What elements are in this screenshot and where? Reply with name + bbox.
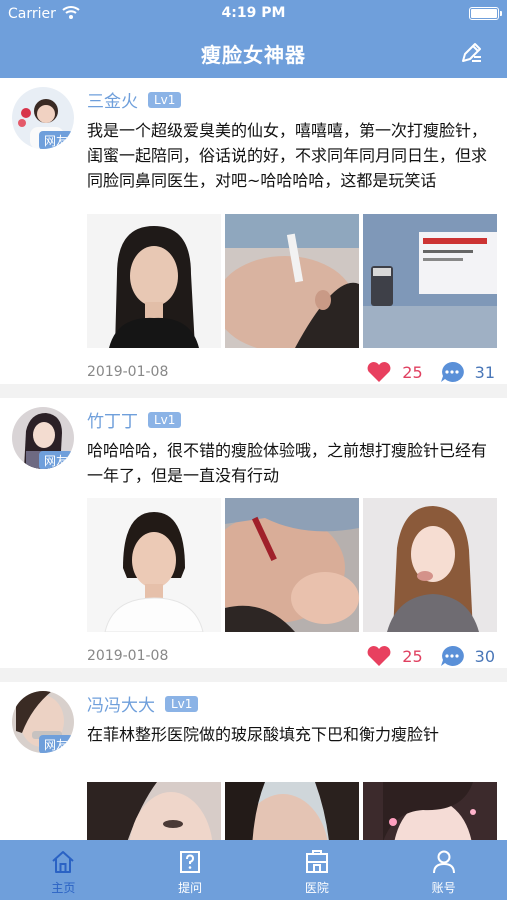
photo-grid — [87, 214, 497, 348]
comment-button[interactable]: 30 — [439, 644, 495, 668]
level-badge: Lv1 — [148, 411, 182, 428]
username[interactable]: 三金火 — [87, 87, 138, 112]
edit-icon[interactable] — [457, 39, 485, 67]
post-card[interactable]: 网友 竹丁丁 Lv1 哈哈哈哈，很不错的瘦脸体验哦，之前想打瘦脸针已经有一年了，… — [0, 398, 507, 668]
user-row: 竹丁丁 Lv1 — [87, 407, 182, 432]
comment-count: 31 — [474, 362, 495, 382]
hospital-icon — [305, 850, 328, 873]
level-badge: Lv1 — [165, 695, 199, 712]
avatar[interactable]: 网友 — [12, 407, 74, 469]
post-date: 2019-01-08 — [87, 648, 169, 664]
tab-label: 提问 — [178, 881, 203, 895]
username[interactable]: 竹丁丁 — [87, 407, 138, 432]
user-row: 三金火 Lv1 — [87, 87, 182, 112]
post-photo[interactable] — [363, 782, 497, 840]
post-meta: 2019-01-08 25 30 — [87, 644, 495, 668]
post-photo[interactable] — [87, 214, 221, 348]
comment-button[interactable]: 31 — [439, 360, 495, 384]
question-icon — [180, 851, 201, 873]
avatar[interactable]: 网友 — [12, 87, 74, 149]
user-badge: 网友 — [39, 735, 74, 753]
status-bar: Carrier 4:19 PM — [0, 0, 507, 28]
post-photo[interactable] — [87, 498, 221, 632]
navigation-bar: 瘦脸女神器 — [0, 28, 507, 78]
level-badge: Lv1 — [148, 91, 182, 108]
home-icon — [52, 851, 75, 873]
photo-grid — [87, 498, 497, 632]
tab-question[interactable]: 提问 — [127, 840, 254, 900]
tab-label: 主页 — [51, 881, 76, 895]
post-photo[interactable] — [363, 214, 497, 348]
post-content: 我是一个超级爱臭美的仙女，嘻嘻嘻，第一次打瘦脸针，闺蜜一起陪同，俗话说的好，不求… — [87, 121, 488, 190]
post-photo[interactable] — [363, 498, 497, 632]
post-feed[interactable]: 网友 三金火 Lv1 我是一个超级爱臭美的仙女，嘻嘻嘻，第一次打瘦脸针，闺蜜一起… — [0, 78, 507, 840]
like-button[interactable]: 25 — [366, 645, 423, 667]
account-icon — [432, 850, 455, 874]
post-card[interactable]: 网友 三金火 Lv1 我是一个超级爱臭美的仙女，嘻嘻嘻，第一次打瘦脸针，闺蜜一起… — [0, 78, 507, 384]
post-content: 哈哈哈哈，很不错的瘦脸体验哦，之前想打瘦脸针已经有一年了，但是一直没有行动 — [87, 441, 488, 485]
tab-hospital[interactable]: 医院 — [254, 840, 381, 900]
tab-label: 账号 — [431, 881, 456, 895]
tab-label: 医院 — [304, 881, 329, 895]
status-time: 4:19 PM — [221, 5, 286, 21]
top-bar: Carrier 4:19 PM 瘦脸女神器 — [0, 0, 507, 78]
post-photo[interactable] — [225, 214, 359, 348]
user-badge: 网友 — [39, 131, 74, 149]
like-count: 25 — [402, 646, 423, 666]
username[interactable]: 冯冯大大 — [87, 691, 155, 716]
user-row: 冯冯大大 Lv1 — [87, 691, 199, 716]
post-card[interactable]: 网友 冯冯大大 Lv1 在菲林整形医院做的玻尿酸填充下巴和衡力瘦脸针 — [0, 682, 507, 840]
heart-icon — [367, 362, 391, 382]
user-badge: 网友 — [39, 451, 74, 469]
battery-icon — [469, 7, 502, 20]
comment-icon — [440, 361, 464, 382]
page-title: 瘦脸女神器 — [201, 43, 306, 67]
comment-icon — [440, 645, 464, 666]
post-meta: 2019-01-08 25 31 — [87, 360, 495, 384]
post-photo[interactable] — [87, 782, 221, 840]
like-button[interactable]: 25 — [366, 361, 423, 383]
comment-count: 30 — [474, 646, 495, 666]
avatar[interactable]: 网友 — [12, 691, 74, 753]
post-date: 2019-01-08 — [87, 364, 169, 380]
tab-account[interactable]: 账号 — [380, 840, 507, 900]
tab-home[interactable]: 主页 — [0, 840, 127, 900]
post-photo[interactable] — [225, 782, 359, 840]
like-count: 25 — [402, 362, 423, 382]
heart-icon — [367, 646, 391, 666]
post-content: 在菲林整形医院做的玻尿酸填充下巴和衡力瘦脸针 — [87, 725, 440, 744]
photo-grid — [87, 782, 497, 840]
post-photo[interactable] — [225, 498, 359, 632]
tab-bar: 主页 提问 医院 账号 — [0, 840, 507, 900]
